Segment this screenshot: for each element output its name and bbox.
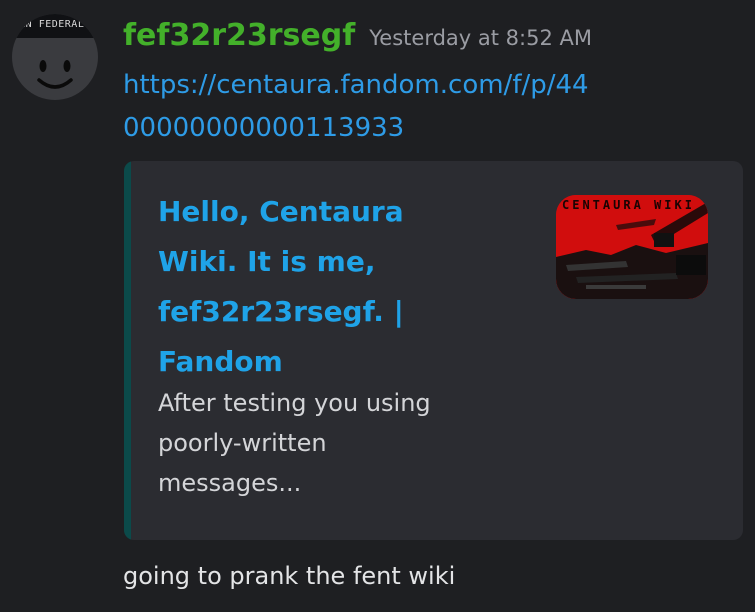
message-header: fef32r23rsegf Yesterday at 8:52 AM <box>123 18 592 53</box>
link-embed: Hello, Centaura Wiki. It is me, fef32r23… <box>124 161 743 540</box>
smiley-face-icon <box>37 60 73 89</box>
embed-thumbnail[interactable]: CENTAURA WIKI <box>556 195 708 299</box>
timestamp[interactable]: Yesterday at 8:52 AM <box>369 26 592 50</box>
thumbnail-logo-text: CENTAURA WIKI <box>562 198 695 212</box>
embed-accent-bar <box>124 161 131 540</box>
username[interactable]: fef32r23rsegf <box>123 18 355 53</box>
message-link[interactable]: https://centaura.fandom.com/f/p/44000000… <box>123 64 593 150</box>
avatar[interactable]: SAN FEDERAL N <box>12 14 98 100</box>
embed-title[interactable]: Hello, Centaura Wiki. It is me, fef32r23… <box>158 187 458 387</box>
embed-description: After testing you using poorly-written m… <box>158 389 431 497</box>
message-text: going to prank the fent wiki <box>123 562 456 590</box>
